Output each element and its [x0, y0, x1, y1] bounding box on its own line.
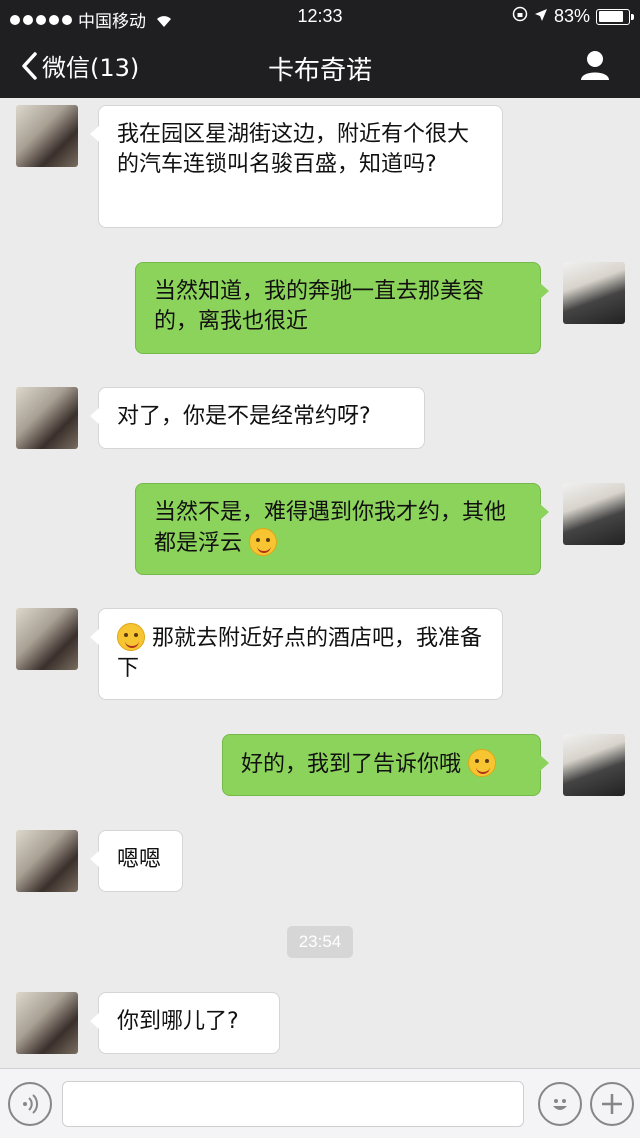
my-avatar[interactable] — [563, 262, 625, 324]
contact-avatar[interactable] — [16, 387, 78, 449]
message-text: 对了，你是不是经常约呀? — [117, 404, 371, 429]
status-right: 83% — [512, 6, 634, 27]
my-avatar[interactable] — [563, 734, 625, 796]
wink-emoji-icon — [468, 749, 497, 777]
message-bubble[interactable]: 那就去附近好点的酒店吧，我准备下 — [90, 608, 503, 700]
battery-level — [598, 11, 623, 22]
plus-icon[interactable] — [590, 1082, 634, 1126]
contact-avatar[interactable] — [16, 608, 78, 670]
smile-emoji-icon — [117, 623, 145, 651]
message-input[interactable] — [62, 1081, 524, 1127]
message-timestamp: 23:54 — [287, 926, 353, 958]
message-bubble[interactable]: 嗯嗯 — [90, 830, 183, 892]
message-text: 嗯嗯 — [117, 847, 162, 872]
message-bubble[interactable]: 当然知道，我的奔驰一直去那美容的，离我也很近 — [135, 262, 549, 354]
message-text: 好的，我到了告诉你哦 — [241, 752, 462, 777]
contact-avatar[interactable] — [16, 830, 78, 892]
message-bubble[interactable]: 当然不是，难得遇到你我才约，其他都是浮云 — [135, 483, 549, 575]
emoji-icon[interactable] — [538, 1082, 582, 1126]
my-avatar[interactable] — [563, 483, 625, 545]
nav-bar: 微信(13) 卡布奇诺 — [0, 34, 640, 98]
rotation-lock-icon — [512, 6, 528, 27]
message-text: 当然知道，我的奔驰一直去那美容的，离我也很近 — [154, 279, 485, 334]
message-text: 那就去附近好点的酒店吧，我准备下 — [117, 626, 483, 681]
input-bar — [0, 1068, 640, 1138]
message-text: 当然不是，难得遇到你我才约，其他都是浮云 — [154, 500, 507, 556]
voice-icon[interactable] — [8, 1082, 52, 1126]
contact-avatar[interactable] — [16, 105, 78, 167]
message-bubble[interactable]: 对了，你是不是经常约呀? — [90, 387, 425, 449]
message-text: 我在园区星湖街这边，附近有个很大的汽车连锁叫名骏百盛，知道吗? — [117, 122, 470, 177]
battery-percent: 83% — [553, 6, 590, 26]
status-bar: 中国移动 12:33 83% — [0, 0, 640, 34]
message-bubble[interactable]: 好的，我到了告诉你哦 — [222, 734, 549, 796]
contact-avatar[interactable] — [16, 992, 78, 1054]
battery-icon — [596, 8, 634, 25]
person-icon[interactable] — [578, 48, 612, 82]
chat-title: 卡布奇诺 — [267, 56, 372, 86]
message-text: 你到哪儿了? — [117, 1009, 239, 1034]
location-icon — [534, 6, 548, 27]
message-bubble[interactable]: 我在园区星湖街这边，附近有个很大的汽车连锁叫名骏百盛，知道吗? — [90, 105, 503, 228]
wink-emoji-icon — [249, 528, 278, 556]
message-bubble[interactable]: 你到哪儿了? — [90, 992, 280, 1054]
